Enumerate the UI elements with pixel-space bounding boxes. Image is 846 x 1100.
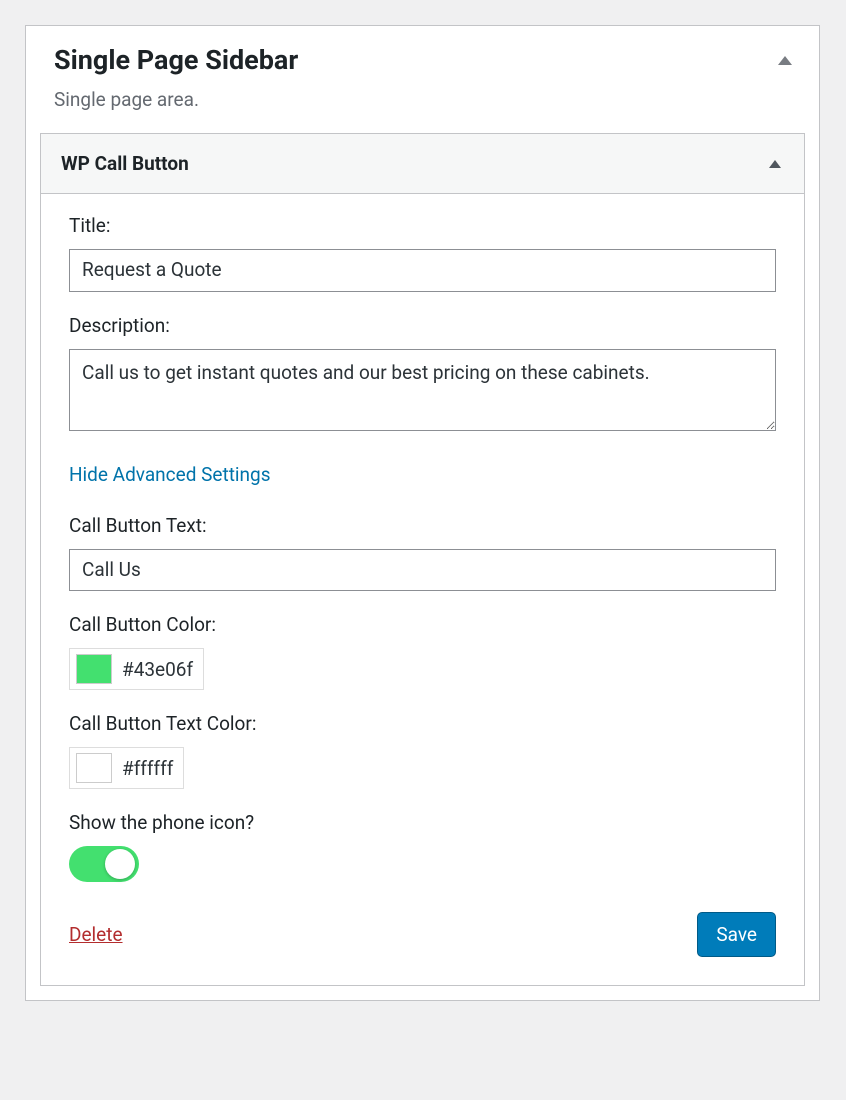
sidebar-panel: Single Page Sidebar Single page area. WP… <box>25 25 820 1001</box>
advanced-settings-toggle[interactable]: Hide Advanced Settings <box>69 463 271 486</box>
button-color-label: Call Button Color: <box>69 613 776 636</box>
description-input[interactable]: Call us to get instant quotes and our be… <box>69 349 776 431</box>
color-swatch-icon <box>76 654 112 684</box>
sidebar-header: Single Page Sidebar Single page area. <box>26 26 819 133</box>
widget-title: WP Call Button <box>61 152 189 175</box>
toggle-knob <box>105 849 135 879</box>
button-color-value: #43e06f <box>122 658 193 681</box>
button-color-picker[interactable]: #43e06f <box>69 648 204 690</box>
sidebar-title: Single Page Sidebar <box>54 44 791 76</box>
chevron-up-icon <box>778 56 792 65</box>
show-icon-toggle[interactable] <box>69 846 139 882</box>
button-text-field-group: Call Button Text: <box>69 514 776 592</box>
sidebar-description: Single page area. <box>54 88 791 111</box>
title-field-group: Title: <box>69 214 776 292</box>
button-text-color-label: Call Button Text Color: <box>69 712 776 735</box>
description-label: Description: <box>69 314 776 337</box>
save-button[interactable]: Save <box>697 912 776 957</box>
title-label: Title: <box>69 214 776 237</box>
widget-body: Title: Description: Call us to get insta… <box>41 194 804 985</box>
button-color-field-group: Call Button Color: #43e06f <box>69 613 776 690</box>
sidebar-collapse-button[interactable] <box>775 50 795 70</box>
button-text-color-picker[interactable]: #ffffff <box>69 747 184 789</box>
show-icon-label: Show the phone icon? <box>69 811 776 834</box>
widget-header[interactable]: WP Call Button <box>41 134 804 194</box>
show-icon-field-group: Show the phone icon? <box>69 811 776 882</box>
chevron-up-icon <box>769 160 781 168</box>
button-text-label: Call Button Text: <box>69 514 776 537</box>
title-input[interactable] <box>69 249 776 292</box>
description-field-group: Description: Call us to get instant quot… <box>69 314 776 435</box>
delete-link[interactable]: Delete <box>69 923 123 946</box>
widget-panel: WP Call Button Title: Description: Call … <box>40 133 805 986</box>
button-text-input[interactable] <box>69 549 776 592</box>
widget-collapse-button[interactable] <box>766 155 784 173</box>
color-swatch-icon <box>76 753 112 783</box>
button-text-color-value: #ffffff <box>122 757 173 780</box>
button-text-color-field-group: Call Button Text Color: #ffffff <box>69 712 776 789</box>
widget-actions: Delete Save <box>69 912 776 957</box>
